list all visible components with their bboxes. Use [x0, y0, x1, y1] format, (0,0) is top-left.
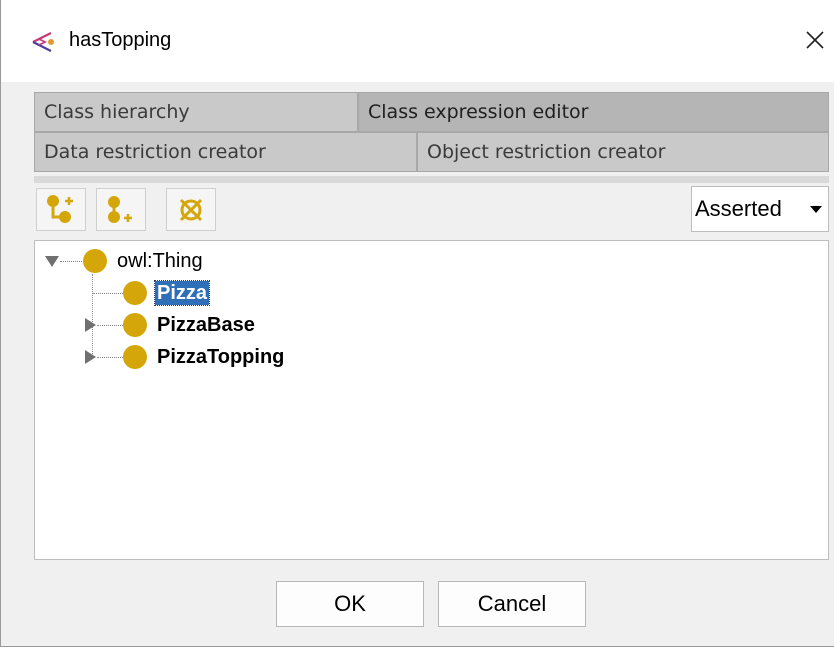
add-subclass-icon [47, 194, 73, 223]
tab-class-expression-editor[interactable]: Class expression editor [358, 92, 829, 132]
tree-node-pizza[interactable]: Pizza [153, 280, 211, 306]
tree-node-pizzatopping[interactable]: PizzaTopping [157, 345, 284, 369]
tree-connector [97, 325, 123, 326]
tab-content-separator [34, 176, 829, 183]
dialog-window: hasTopping Class hierarchy Class express… [0, 0, 835, 647]
tab-class-hierarchy[interactable]: Class hierarchy [34, 92, 358, 132]
class-icon [83, 249, 107, 273]
tree-connector [60, 261, 82, 262]
add-subclass-button[interactable] [36, 188, 86, 231]
view-mode-value: Asserted [695, 196, 782, 221]
expand-toggle-icon[interactable] [85, 350, 96, 364]
delete-class-button[interactable] [166, 188, 216, 231]
collapse-toggle-icon[interactable] [45, 256, 59, 267]
add-sibling-class-icon [108, 195, 132, 223]
class-icon [123, 345, 147, 369]
cancel-button[interactable]: Cancel [438, 581, 586, 627]
protege-property-icon [32, 32, 54, 52]
tab-object-restriction-creator[interactable]: Object restriction creator [417, 132, 829, 172]
tab-strip: Class hierarchy Class expression editor … [34, 92, 829, 176]
expand-toggle-icon[interactable] [85, 318, 96, 332]
tree-connector [97, 357, 123, 358]
ok-button[interactable]: OK [276, 581, 424, 627]
close-button[interactable] [795, 16, 835, 64]
class-icon [123, 281, 147, 305]
tree-connector [92, 274, 93, 356]
window-title: hasTopping [69, 29, 172, 51]
tree-connector [93, 293, 123, 294]
tree-node-owl-thing[interactable]: owl:Thing [117, 249, 203, 273]
dropdown-arrow-icon [810, 206, 822, 213]
delete-class-icon [179, 198, 203, 221]
view-mode-dropdown[interactable]: Asserted [691, 186, 829, 232]
tree-node-pizzabase[interactable]: PizzaBase [157, 313, 255, 337]
class-tree[interactable]: owl:Thing Pizza PizzaBase PizzaTopping [34, 240, 829, 560]
title-bar[interactable]: hasTopping [1, 0, 835, 82]
class-icon [123, 313, 147, 337]
add-sibling-class-button[interactable] [96, 188, 146, 231]
tab-data-restriction-creator[interactable]: Data restriction creator [34, 132, 417, 172]
close-icon [806, 31, 824, 49]
